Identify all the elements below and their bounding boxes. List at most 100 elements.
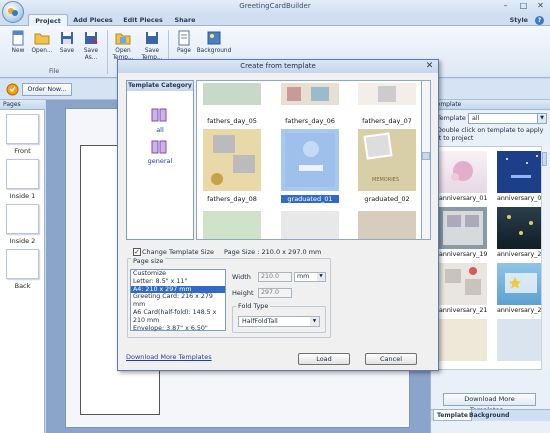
template-label-graduated-02: graduated_02	[364, 195, 410, 203]
fold-type-select[interactable]: HalfFoldTall ▼	[238, 316, 320, 327]
size-option-a4[interactable]: A4: 210 x 297 mm	[131, 285, 225, 294]
page-size-list[interactable]: Customize Letter: 8.5" x 11" A4: 210 x 2…	[130, 269, 226, 333]
size-option-a6-card[interactable]: A6 Card(half-fold): 148.5 x 210 mm	[133, 309, 225, 325]
template-thumb-fathers-day-08[interactable]	[203, 129, 261, 191]
template-type-value: all	[472, 115, 480, 122]
chevron-down-icon: ▼	[537, 114, 546, 123]
new-button[interactable]: New	[6, 30, 30, 55]
download-more-templates-link[interactable]: Download More Templates	[126, 353, 212, 361]
size-option-letter[interactable]: Letter: 8.5" x 11"	[133, 278, 225, 286]
save-template-button[interactable]: Save Temp...	[140, 30, 164, 61]
unit-value: mm	[297, 273, 310, 280]
close-window-button[interactable]: ✕	[532, 0, 549, 12]
page-icon	[176, 30, 192, 46]
template-thumb-fathers-day-07[interactable]	[358, 83, 416, 105]
tab-share[interactable]: Share	[170, 14, 200, 26]
folder-open-icon	[34, 30, 50, 46]
template-thumb-anniversary-20[interactable]	[497, 207, 545, 249]
fold-type-label: Fold Type	[236, 302, 271, 310]
template-thumb-fathers-day-05[interactable]	[203, 83, 261, 105]
height-label: Height	[232, 289, 254, 297]
template-label-anniversary-21: anniversary_21	[439, 307, 488, 314]
height-input[interactable]: 297.0	[258, 288, 292, 298]
minimize-button[interactable]: –	[497, 0, 514, 12]
template-thumb-row3-2[interactable]	[281, 211, 339, 239]
load-button[interactable]: Load	[298, 353, 350, 365]
save-button[interactable]: Save	[55, 30, 79, 55]
template-thumb-partial-1[interactable]	[439, 319, 487, 361]
template-label-anniversary-19: anniversary_19	[439, 251, 488, 258]
order-now-button[interactable]: Order Now...	[22, 83, 72, 96]
template-thumb-anniversary-22[interactable]	[497, 263, 545, 305]
template-thumb-row3-3[interactable]	[358, 211, 416, 239]
app-menu-button[interactable]	[2, 1, 24, 23]
template-label-fathers-day-06: fathers_day_06	[285, 117, 335, 125]
template-thumb-graduated-02[interactable]: MEMORIES	[358, 129, 416, 191]
template-scrollbar-thumb[interactable]	[542, 152, 547, 166]
page-thumb-inside-1[interactable]	[6, 159, 39, 189]
size-option-envelope[interactable]: Envelope: 3.87" x 6.50"	[133, 325, 225, 333]
page-thumb-front[interactable]	[6, 114, 39, 144]
template-thumb-anniversary-21[interactable]	[439, 263, 487, 305]
tab-background[interactable]: Background	[466, 410, 512, 421]
floppy-disk-icon	[59, 30, 75, 46]
template-thumb-graduated-01[interactable]	[281, 129, 339, 191]
page-label-back: Back	[14, 282, 31, 290]
category-general[interactable]: general	[127, 157, 193, 165]
page-thumb-back[interactable]	[6, 249, 39, 279]
unit-select[interactable]: mm ▼	[294, 272, 326, 282]
size-option-customize[interactable]: Customize	[133, 270, 225, 278]
new-document-icon	[10, 30, 26, 46]
template-type-select[interactable]: all ▼	[468, 113, 547, 124]
change-template-size-checkbox[interactable]: ✓	[133, 248, 141, 256]
graduated-02-memories-text: MEMORIES	[372, 177, 399, 183]
save-as-button[interactable]: Save As...	[79, 30, 103, 61]
tab-project[interactable]: Project	[28, 14, 68, 26]
dialog-template-scrollbar[interactable]	[421, 80, 431, 240]
template-label-fathers-day-05: fathers_day_05	[207, 117, 257, 125]
new-button-label: New	[11, 48, 25, 54]
template-grid: anniversary_01 anniversary_02 anniversar…	[434, 146, 548, 370]
dialog-template-grid: fathers_day_05 fathers_day_06 fathers_da…	[196, 80, 422, 240]
template-thumb-fathers-day-06[interactable]	[281, 83, 339, 105]
page-size-readout: Page Size : 210.0 x 297.0 mm	[224, 248, 322, 256]
tab-add-pieces[interactable]: Add Pieces	[70, 14, 116, 26]
width-input[interactable]: 210.0	[258, 272, 292, 282]
page-size-group-label: Page size	[131, 257, 166, 265]
style-menu[interactable]: Style	[510, 14, 528, 26]
fold-type-value: HalfFoldTall	[242, 318, 278, 325]
page-button[interactable]: Page	[172, 30, 196, 55]
template-label-fathers-day-07: fathers_day_07	[362, 117, 412, 125]
open-template-button[interactable]: Open Temp...	[111, 30, 135, 61]
template-scrollbar[interactable]	[541, 146, 548, 370]
cancel-button[interactable]: Cancel	[365, 353, 417, 365]
shopping-icon	[6, 83, 19, 96]
template-thumb-partial-2[interactable]	[497, 319, 545, 361]
download-more-templates-button[interactable]: Download More Templates...	[443, 393, 536, 414]
page-button-label: Page	[176, 48, 192, 54]
template-thumb-anniversary-19[interactable]	[439, 207, 487, 249]
template-thumb-row3-1[interactable]	[203, 211, 261, 239]
background-button[interactable]: Background	[196, 30, 232, 55]
close-icon[interactable]: ✕	[424, 61, 435, 72]
page-label-inside-2: Inside 2	[9, 237, 36, 245]
ribbon-group-label: File	[48, 68, 60, 75]
category-all-icon[interactable]	[150, 106, 168, 124]
open-template-icon	[115, 30, 131, 46]
size-option-greeting-card[interactable]: Greeting Card: 216 x 279 mm	[133, 293, 225, 309]
template-thumb-anniversary-02[interactable]	[497, 151, 545, 193]
category-general-icon[interactable]	[150, 138, 168, 156]
template-thumb-anniversary-01[interactable]	[439, 151, 487, 193]
help-icon[interactable]: ?	[535, 16, 544, 25]
open-button[interactable]: Open...	[30, 30, 54, 55]
tab-edit-pieces[interactable]: Edit Pieces	[118, 14, 168, 26]
maximize-button[interactable]: □	[515, 0, 532, 12]
width-label: Width	[232, 273, 251, 281]
page-thumb-inside-2[interactable]	[6, 204, 39, 234]
app-logo-icon	[8, 8, 18, 16]
category-all[interactable]: all	[127, 126, 193, 134]
template-category-header: Template Category	[127, 81, 193, 91]
chevron-down-icon: ▼	[317, 273, 325, 281]
dialog-template-scrollbar-thumb[interactable]	[422, 152, 430, 160]
open-button-label: Open...	[31, 48, 53, 54]
